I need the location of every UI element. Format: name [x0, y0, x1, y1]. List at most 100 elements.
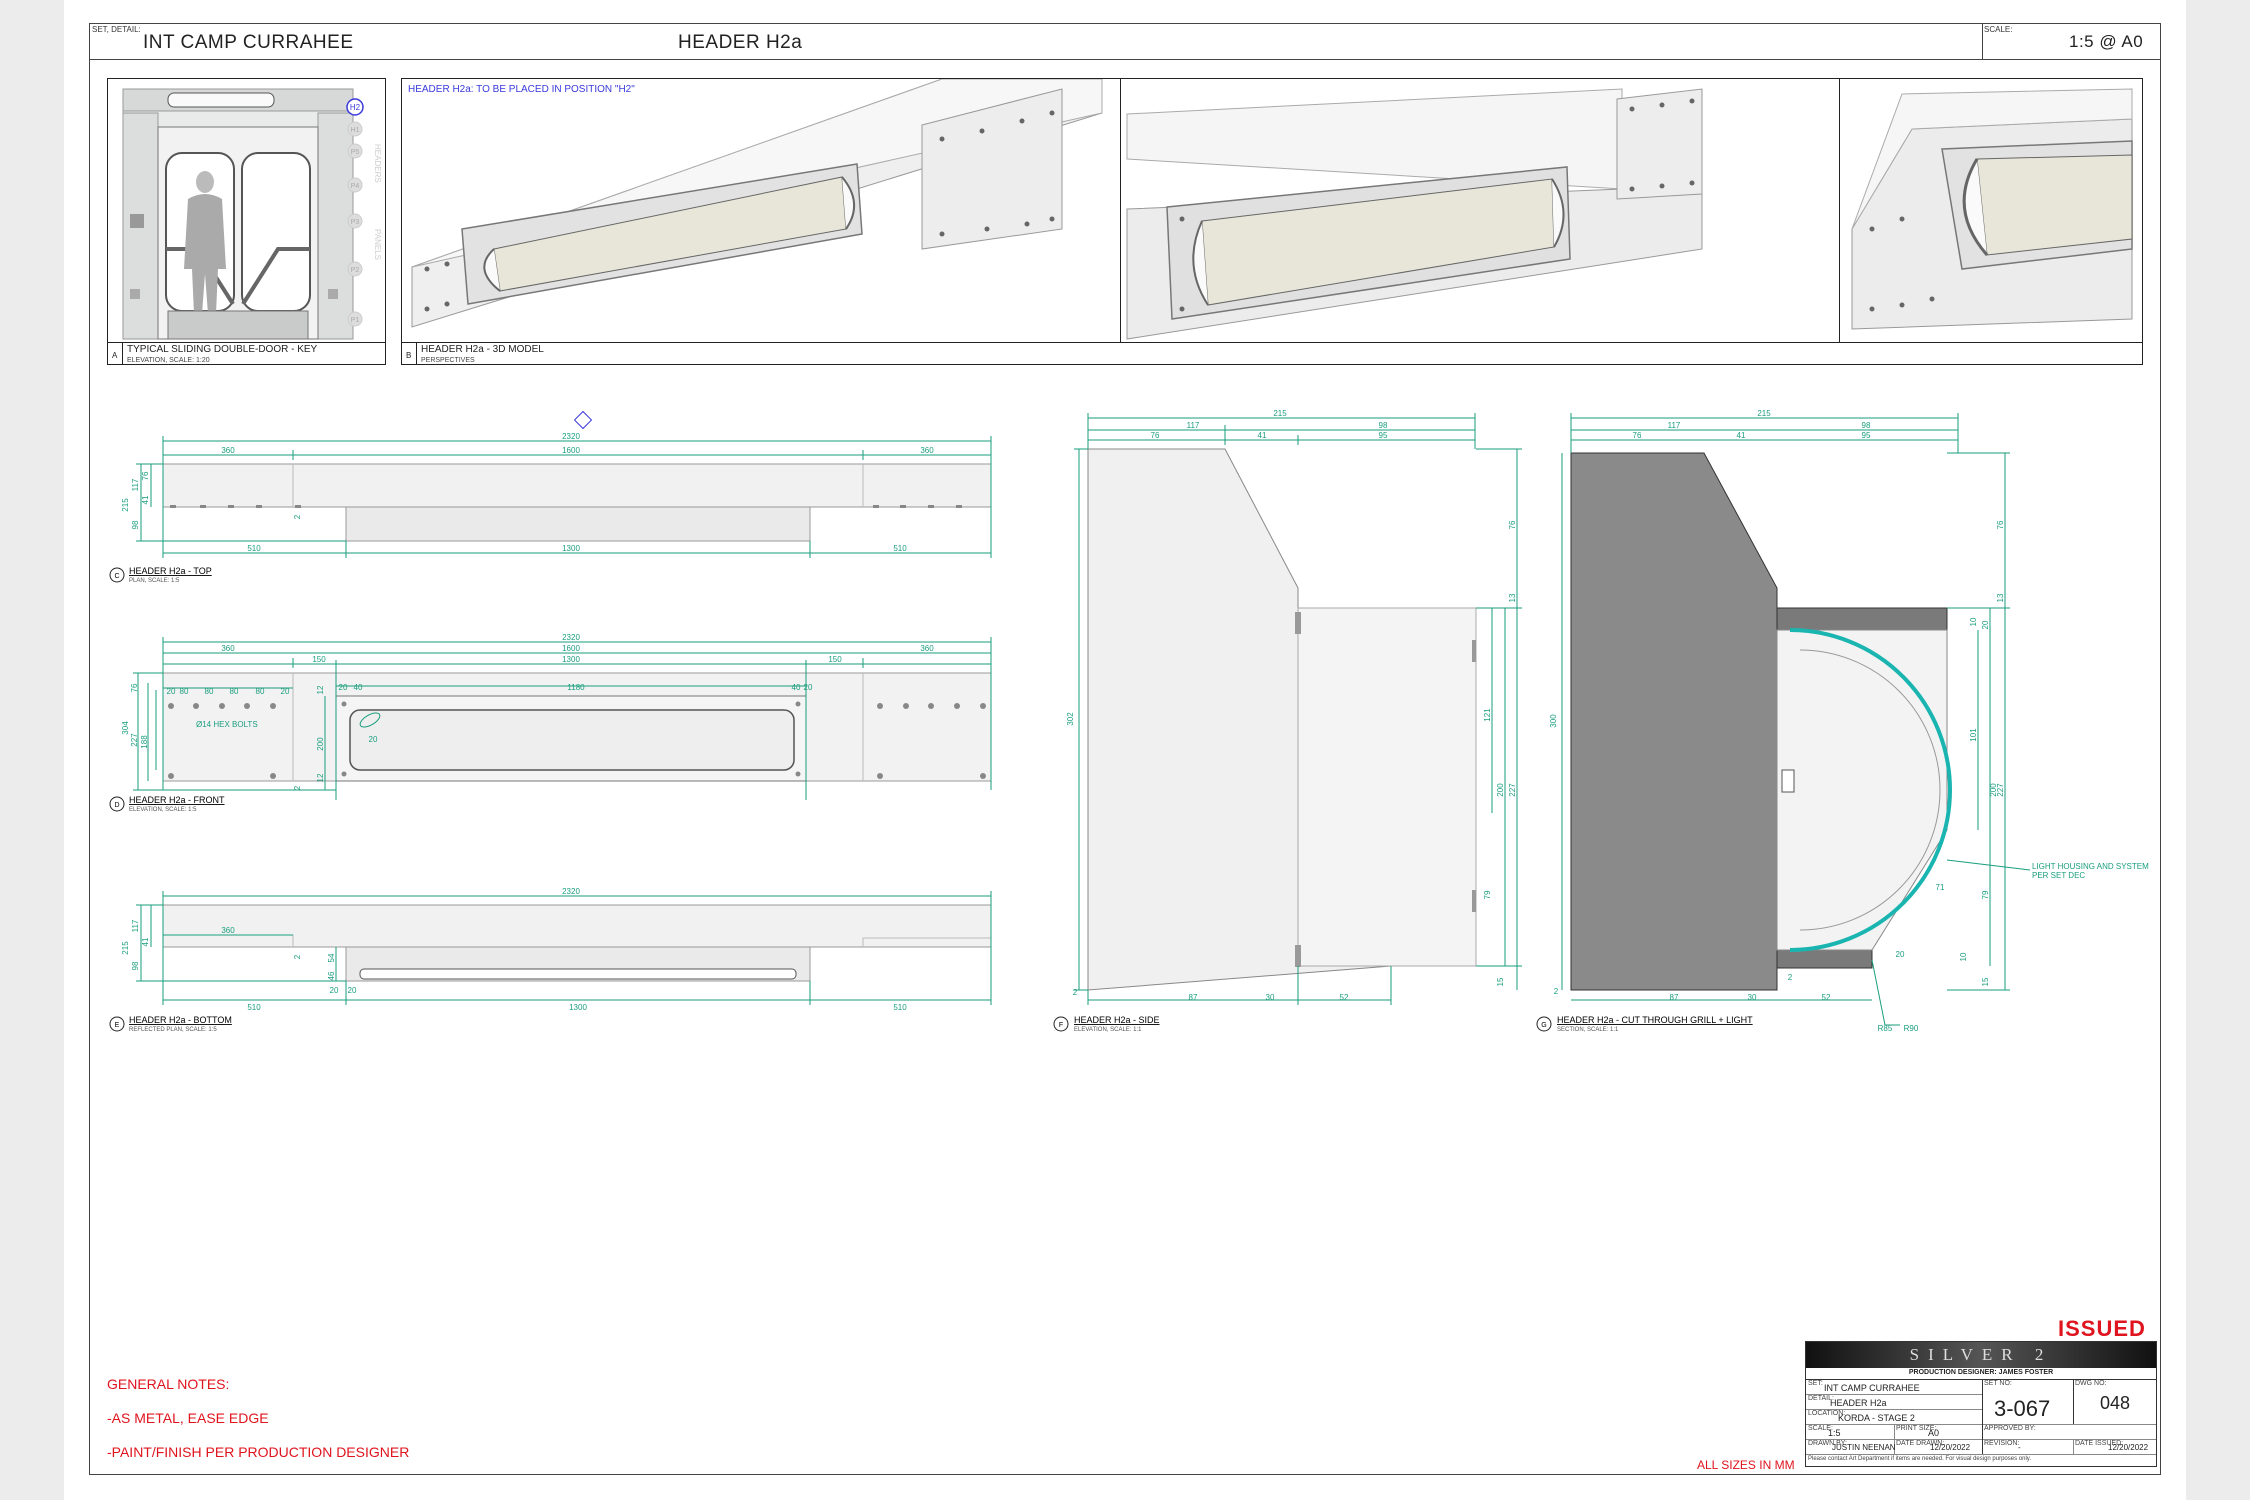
dim-top-end-left: 360	[221, 446, 235, 455]
dim-top-end-right: 360	[920, 446, 934, 455]
dim-sec-w: 215	[1757, 409, 1771, 418]
dim-sec-w2: 98	[1862, 421, 1871, 430]
dim-top-h2: 117	[131, 478, 140, 491]
dim-front-end-left: 360	[221, 644, 235, 653]
dim-sec-h8: 79	[1981, 890, 1990, 899]
view-c-label: C HEADER H2a - TOP PLAN, SCALE: 1:5	[109, 566, 212, 584]
dim-front-pitch-3: 80	[230, 687, 239, 696]
drawing-views: 2320 1600 360 360 510 1300 510 215 117 4…	[109, 409, 2149, 1033]
dim-front-inner: 1300	[562, 655, 580, 664]
dim-side-h2: 13	[1508, 593, 1517, 602]
dim-sec-r2: R90	[1904, 1024, 1919, 1033]
dim-front-h6: 12	[316, 685, 325, 694]
dim-side-h7: 15	[1496, 977, 1505, 986]
dim-side-b3: 52	[1340, 993, 1349, 1002]
dim-bottom-h7: 46	[327, 971, 336, 980]
dim-sec-h1: 76	[1996, 520, 2005, 529]
dim-side-h5: 227	[1508, 783, 1517, 797]
dim-front-pitch-2: 80	[205, 687, 214, 696]
view-d-letter: D	[114, 802, 119, 809]
view-f-letter: F	[1059, 1022, 1063, 1029]
dim-front-gap-right: 150	[828, 655, 842, 664]
dim-sec-r1: R85	[1878, 1024, 1893, 1033]
tb-dwg-no: 048	[2100, 1393, 2131, 1413]
view-g-title: HEADER H2a - CUT THROUGH GRILL + LIGHT	[1557, 1015, 1753, 1025]
dim-side-h1: 76	[1508, 520, 1517, 529]
dim-front-edge-4: 20	[804, 683, 813, 692]
dim-sec-b1: 87	[1670, 993, 1679, 1002]
dim-sec-b3: 52	[1822, 993, 1831, 1002]
dim-bottom-side-right: 510	[893, 1003, 907, 1012]
dim-sec-w3: 76	[1633, 431, 1642, 440]
dim-front-pitch-4: 80	[256, 687, 265, 696]
dim-front-edge-2: 20	[281, 687, 290, 696]
view-e-label: E HEADER H2a - BOTTOM REFLECTED PLAN, SC…	[109, 1015, 232, 1033]
dim-side-w2: 98	[1379, 421, 1388, 430]
dim-sec-h5: 101	[1969, 728, 1978, 742]
dim-side-w4: 41	[1258, 431, 1267, 440]
dim-front-h6b: 12	[316, 773, 325, 782]
dim-front-h4: 76	[130, 683, 139, 692]
tb-disclaimer: Please contact Art Department if items a…	[1808, 1456, 2032, 1462]
dim-front-h5: 200	[316, 737, 325, 751]
tb-set-label: SET:	[1808, 1380, 1823, 1387]
dim-bottom-mid: 1300	[569, 1003, 587, 1012]
issued-stamp: ISSUED	[2058, 1316, 2146, 1341]
view-f-title: HEADER H2a - SIDE	[1074, 1015, 1160, 1025]
dim-bottom-h4: 98	[131, 961, 140, 970]
dim-front-h3: 188	[140, 735, 149, 749]
view-d-label: D HEADER H2a - FRONT ELEVATION, SCALE: 1…	[109, 795, 225, 813]
dim-side-b2: 30	[1266, 993, 1275, 1002]
view-e-letter: E	[115, 1022, 120, 1029]
dim-side-h8: 2	[1073, 988, 1078, 997]
dim-front-edge-3: 20	[339, 683, 348, 692]
dim-bottom-h8: 20	[330, 986, 339, 995]
dim-top-h1: 215	[121, 498, 130, 512]
dim-front-edge-1: 20	[167, 687, 176, 696]
dim-top-mid: 1600	[562, 446, 580, 455]
dim-top-h4: 98	[131, 520, 140, 529]
dim-sec-w1: 117	[1668, 421, 1681, 430]
dim-front-overall: 2320	[562, 633, 580, 642]
dim-sec-h7: 227	[1996, 783, 2005, 797]
dim-sec-r5: 2	[1788, 973, 1793, 982]
dim-bottom-h3: 41	[141, 937, 150, 946]
dim-top-h3: 41	[141, 495, 150, 504]
tb-set-no: 3-067	[1994, 1396, 2051, 1421]
dim-side-h3: 121	[1483, 708, 1492, 722]
dim-top-overall: 2320	[562, 432, 580, 441]
tb-location: KORDA - STAGE 2	[1838, 1413, 1915, 1423]
dim-side-w: 215	[1273, 409, 1287, 418]
view-c-letter: C	[114, 573, 119, 580]
dim-sec-w4: 41	[1737, 431, 1746, 440]
dim-bottom-h2: 117	[131, 919, 140, 932]
dim-sec-s1: 2	[1554, 987, 1559, 996]
view-g-letter: G	[1541, 1022, 1546, 1029]
view-d-subtitle: ELEVATION, SCALE: 1:5	[129, 807, 197, 813]
tb-set: INT CAMP CURRAHEE	[1824, 1383, 1920, 1393]
view-f-label: F HEADER H2a - SIDE ELEVATION, SCALE: 1:…	[1053, 1015, 1160, 1033]
tb-drawn: JUSTIN NEENAN	[1832, 1443, 1896, 1452]
dim-front-small-2: 40	[792, 683, 801, 692]
view-f-subtitle: ELEVATION, SCALE: 1:1	[1074, 1027, 1142, 1033]
view-d-front: 2320 1600 1300 360 360 150 150 1180 80 8…	[121, 633, 992, 800]
dim-side-w1: 117	[1187, 421, 1200, 430]
logo-banner: SILVER 2	[1806, 1342, 2156, 1368]
dim-top-h5: 2	[293, 514, 302, 519]
dim-bottom-h6: 54	[327, 953, 336, 962]
view-e-bottom: 2320 360 510 1300 510 215 117 41 98 2 54…	[121, 887, 992, 1012]
view-c-subtitle: PLAN, SCALE: 1:5	[129, 578, 180, 584]
dim-sec-h: 300	[1549, 714, 1558, 728]
dim-side-h4: 200	[1496, 783, 1505, 797]
view-d-title: HEADER H2a - FRONT	[129, 795, 225, 805]
view-c-title: HEADER H2a - TOP	[129, 566, 212, 576]
notes-title: GENERAL NOTES:	[107, 1376, 230, 1392]
view-g-label: G HEADER H2a - CUT THROUGH GRILL + LIGHT…	[1536, 1015, 1753, 1033]
note-item-2: -PAINT/FINISH PER PRODUCTION DESIGNER	[107, 1444, 410, 1460]
dim-front-pitch-1: 80	[180, 687, 189, 696]
bolt-note: Ø14 HEX BOLTS	[196, 720, 258, 729]
dim-bottom-h9: 20	[348, 986, 357, 995]
view-g-subtitle: SECTION, SCALE: 1:1	[1557, 1027, 1619, 1033]
dim-front-end-right: 360	[920, 644, 934, 653]
dim-sec-b2: 30	[1748, 993, 1757, 1002]
